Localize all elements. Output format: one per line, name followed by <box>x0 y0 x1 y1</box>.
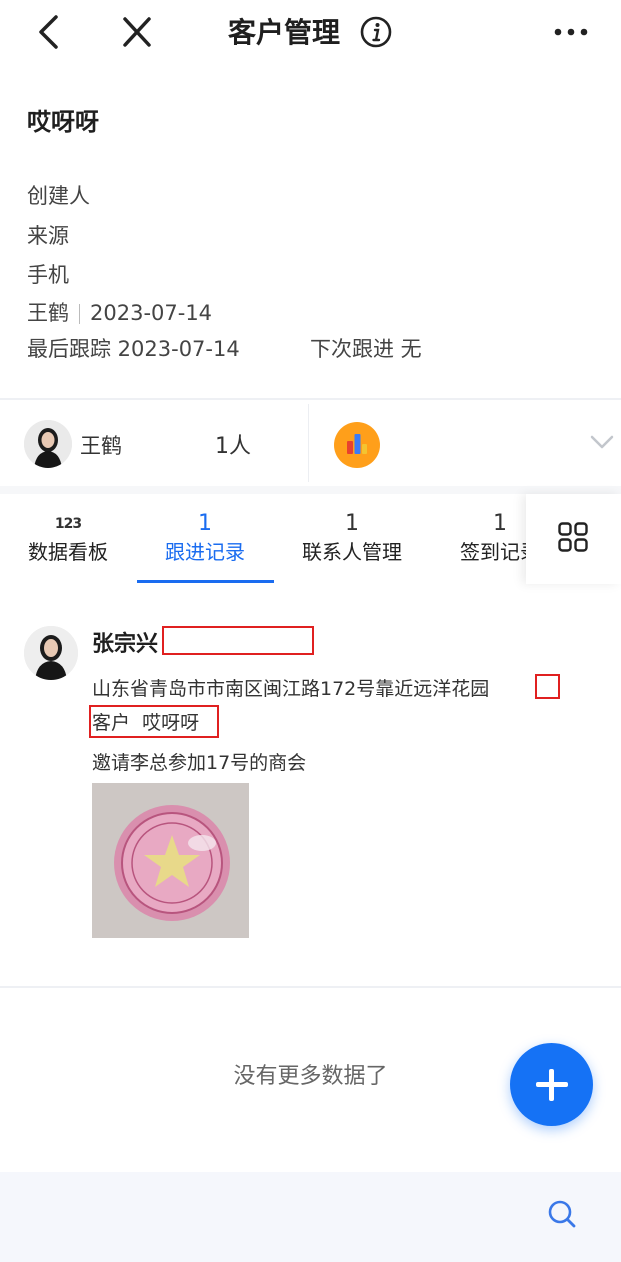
highlight-box <box>89 705 219 738</box>
info-icon[interactable] <box>360 16 392 48</box>
avatar <box>24 420 72 468</box>
section-gap <box>0 486 621 494</box>
created-by: 王鹤 <box>27 301 69 325</box>
close-icon[interactable] <box>120 14 154 50</box>
grid-menu-button[interactable] <box>526 494 621 584</box>
page-title: 客户管理 <box>228 16 341 49</box>
owner-name: 王鹤 <box>80 434 122 458</box>
add-button[interactable] <box>510 1043 593 1126</box>
active-tab-indicator <box>137 580 274 583</box>
search-icon[interactable] <box>546 1198 578 1230</box>
customer-name: 哎呀呀 <box>27 108 99 136</box>
bar-chart-icon[interactable] <box>334 422 380 468</box>
last-follow: 最后跟踪 2023-07-14 <box>27 337 240 361</box>
record-address: 山东省青岛市市南区闽江路172号靠近远洋花园 <box>92 678 490 700</box>
tab-count: 123 <box>54 516 82 532</box>
created-info: 王鹤 2023-07-14 <box>27 299 212 327</box>
tab-follow-records[interactable]: 1 跟进记录 <box>165 511 245 565</box>
record-note: 邀请李总参加17号的商会 <box>92 752 307 774</box>
tab-label: 跟进记录 <box>165 540 245 564</box>
owner-row: 王鹤 1人 <box>0 398 621 488</box>
owner-count[interactable]: 1人 <box>215 428 251 460</box>
chevron-down-icon[interactable] <box>590 434 614 450</box>
tab-count: 1 <box>198 511 212 536</box>
tab-label: 数据看板 <box>28 540 108 564</box>
nav-bar: 客户管理 <box>0 0 621 66</box>
tab-count: 1 <box>345 511 359 536</box>
more-icon[interactable] <box>552 20 590 44</box>
tab-label: 联系人管理 <box>302 540 402 564</box>
bottom-bar <box>0 1172 621 1262</box>
grid-icon <box>558 522 588 552</box>
redaction-box <box>162 626 314 655</box>
created-date: 2023-07-14 <box>90 301 213 325</box>
phone-label: 手机 <box>27 263 69 287</box>
chevron-left-icon[interactable] <box>34 14 64 50</box>
divider <box>308 404 309 482</box>
creator-label: 创建人 <box>27 184 90 208</box>
record-author: 张宗兴 <box>92 632 159 657</box>
tab-dashboard[interactable]: 123 数据看板 <box>28 514 108 565</box>
record-photo[interactable] <box>92 783 249 938</box>
divider <box>0 986 621 988</box>
avatar <box>24 626 78 680</box>
source-label: 来源 <box>27 224 69 248</box>
tab-contacts[interactable]: 1 联系人管理 <box>302 511 402 565</box>
redaction-box <box>535 674 560 699</box>
separator <box>79 304 80 324</box>
tab-bar: 123 数据看板 1 跟进记录 1 联系人管理 1 签到记录 <box>0 494 621 586</box>
next-follow: 下次跟进 无 <box>310 337 422 361</box>
